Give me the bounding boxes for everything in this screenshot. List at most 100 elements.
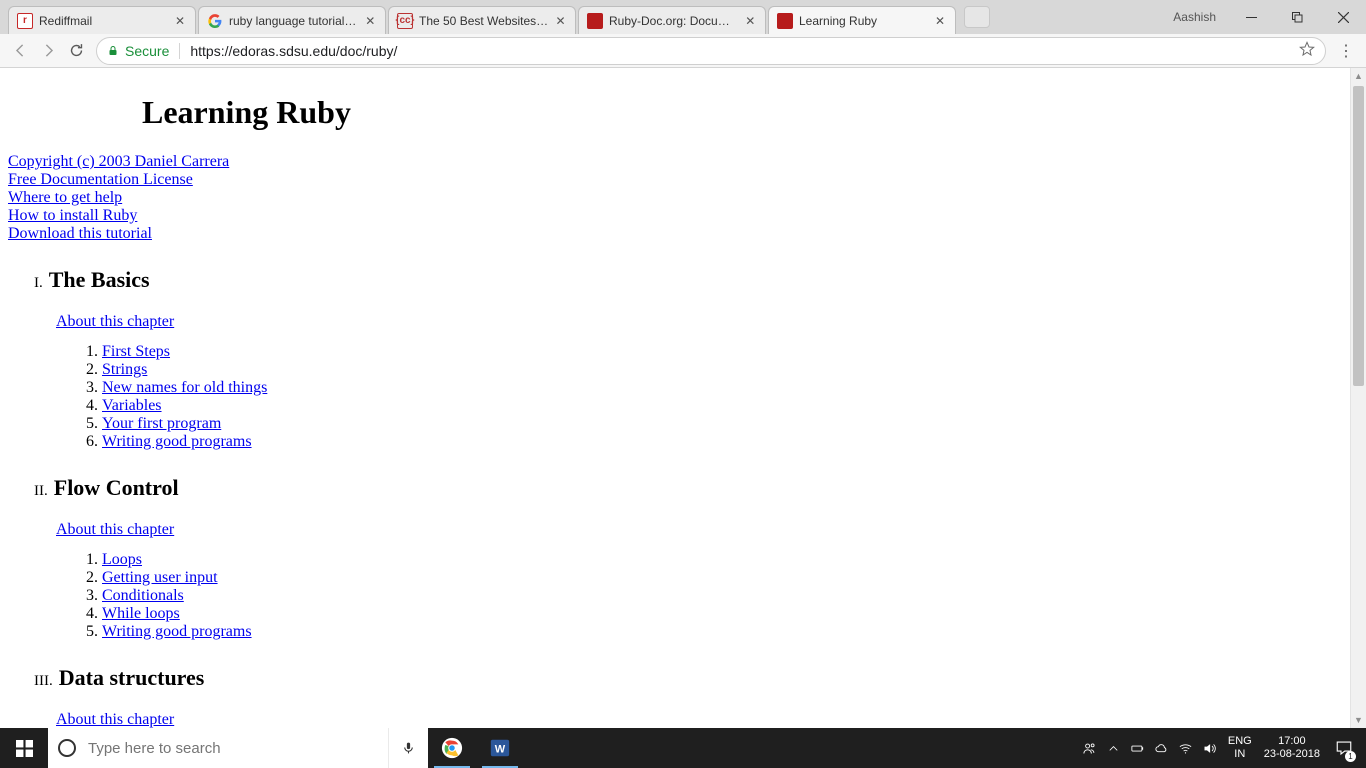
- svg-text:W: W: [495, 744, 506, 756]
- bookmark-star-icon[interactable]: [1299, 41, 1315, 60]
- lesson-link[interactable]: Writing good programs: [102, 433, 252, 451]
- back-button[interactable]: [6, 37, 34, 65]
- close-icon[interactable]: ✕: [554, 14, 567, 28]
- lesson-link[interactable]: Writing good programs: [102, 623, 252, 641]
- url-text: https://edoras.sdsu.edu/doc/ruby/: [190, 43, 1293, 59]
- about-chapter-link[interactable]: About this chapter: [56, 313, 174, 330]
- page-title: Learning Ruby: [142, 94, 1342, 131]
- lesson-link[interactable]: New names for old things: [102, 379, 267, 397]
- people-icon[interactable]: [1078, 728, 1102, 768]
- list-number: 3.: [76, 379, 98, 397]
- battery-icon[interactable]: [1126, 728, 1150, 768]
- section: II.Flow Control About this chapter 1.Loops…: [8, 475, 1342, 641]
- section-heading: II.Flow Control: [34, 475, 1342, 501]
- rediffmail-icon: r: [17, 13, 33, 29]
- minimize-button[interactable]: [1228, 3, 1274, 31]
- close-icon[interactable]: ✕: [173, 14, 187, 28]
- chrome-app-icon[interactable]: [428, 728, 476, 768]
- wifi-icon[interactable]: [1174, 728, 1198, 768]
- window-controls-area: Aashish: [1161, 0, 1366, 34]
- ruby-icon: [777, 13, 793, 29]
- taskbar: W ENG IN 17:00 23-08-2018: [0, 728, 1366, 768]
- lesson-link[interactable]: Strings: [102, 361, 147, 379]
- list-item: 3.Conditionals: [76, 587, 1342, 605]
- list-item: 3.New names for old things: [76, 379, 1342, 397]
- forward-button[interactable]: [34, 37, 62, 65]
- tab-50-best-websites[interactable]: {cc} The 50 Best Websites to L ✕: [388, 6, 576, 34]
- list-number: 6.: [76, 433, 98, 451]
- section: I.The Basics About this chapter 1.First St…: [8, 267, 1342, 451]
- close-icon[interactable]: ✕: [744, 14, 758, 28]
- scroll-thumb[interactable]: [1353, 86, 1364, 386]
- address-bar[interactable]: Secure https://edoras.sdsu.edu/doc/ruby/: [96, 37, 1326, 65]
- taskbar-apps: W: [428, 728, 524, 768]
- lesson-link[interactable]: Your first program: [102, 415, 221, 433]
- action-center-icon[interactable]: 1: [1326, 728, 1362, 768]
- onedrive-icon[interactable]: [1150, 728, 1174, 768]
- lock-icon: [107, 45, 119, 57]
- new-tab-button[interactable]: [964, 6, 990, 28]
- ruby-icon: [587, 13, 603, 29]
- mic-button[interactable]: [388, 728, 428, 768]
- profile-name[interactable]: Aashish: [1161, 10, 1228, 24]
- maximize-button[interactable]: [1274, 3, 1320, 31]
- lesson-link[interactable]: Loops: [102, 551, 142, 569]
- section-title: Data structures: [59, 665, 205, 691]
- lesson-link[interactable]: Variables: [102, 397, 162, 415]
- intro-links: Copyright (c) 2003 Daniel CarreraFree Do…: [8, 153, 1342, 243]
- tab-rediffmail[interactable]: r Rediffmail ✕: [8, 6, 196, 34]
- taskbar-search[interactable]: [48, 728, 388, 768]
- list-number: 5.: [76, 415, 98, 433]
- language-indicator[interactable]: ENG IN: [1222, 728, 1258, 768]
- list-item: 4.While loops: [76, 605, 1342, 623]
- browser-menu-button[interactable]: ⋮: [1332, 37, 1360, 65]
- lesson-link[interactable]: First Steps: [102, 343, 170, 361]
- start-button[interactable]: [0, 728, 48, 768]
- section: III.Data structuresAbout this chapter: [8, 665, 1342, 728]
- word-app-icon[interactable]: W: [476, 728, 524, 768]
- google-icon: [207, 13, 223, 29]
- system-tray: ENG IN 17:00 23-08-2018 1: [1078, 728, 1366, 768]
- notification-badge: 1: [1345, 751, 1356, 762]
- secure-label: Secure: [125, 43, 169, 59]
- scroll-down-arrow[interactable]: ▼: [1351, 712, 1366, 728]
- search-input[interactable]: [86, 739, 378, 758]
- list-item: 2.Getting user input: [76, 569, 1342, 587]
- close-icon[interactable]: ✕: [933, 14, 947, 28]
- intro-link[interactable]: How to install Ruby: [8, 207, 137, 224]
- about-chapter-link[interactable]: About this chapter: [56, 521, 174, 538]
- lesson-link[interactable]: Conditionals: [102, 587, 184, 605]
- intro-link[interactable]: Where to get help: [8, 189, 122, 206]
- section-heading: I.The Basics: [34, 267, 1342, 293]
- lesson-list: 1.First Steps2.Strings3.New names for ol…: [76, 343, 1342, 451]
- reload-button[interactable]: [62, 37, 90, 65]
- intro-link[interactable]: Copyright (c) 2003 Daniel Carrera: [8, 153, 229, 170]
- separator: [179, 43, 180, 59]
- tab-strip: r Rediffmail ✕ ruby language tutorial - …: [0, 0, 1366, 34]
- tab-ruby-doc[interactable]: Ruby-Doc.org: Document ✕: [578, 6, 766, 34]
- list-item: 1.Loops: [76, 551, 1342, 569]
- scroll-up-arrow[interactable]: ▲: [1351, 68, 1366, 84]
- clock[interactable]: 17:00 23-08-2018: [1258, 728, 1326, 768]
- close-window-button[interactable]: [1320, 3, 1366, 31]
- content-viewport: Learning Ruby Copyright (c) 2003 Daniel …: [0, 68, 1366, 728]
- close-icon[interactable]: ✕: [364, 14, 377, 28]
- list-number: 2.: [76, 361, 98, 379]
- intro-link[interactable]: Free Documentation License: [8, 171, 193, 188]
- lesson-link[interactable]: Getting user input: [102, 569, 218, 587]
- cortana-icon: [58, 739, 76, 757]
- tab-title: Learning Ruby: [799, 14, 929, 28]
- lesson-link[interactable]: While loops: [102, 605, 180, 623]
- tab-learning-ruby[interactable]: Learning Ruby ✕: [768, 6, 956, 34]
- about-chapter-link[interactable]: About this chapter: [56, 711, 174, 728]
- list-number: 3.: [76, 587, 98, 605]
- list-item: 6.Writing good programs: [76, 433, 1342, 451]
- list-number: 4.: [76, 397, 98, 415]
- volume-icon[interactable]: [1198, 728, 1222, 768]
- vertical-scrollbar[interactable]: ▲ ▼: [1350, 68, 1366, 728]
- intro-link[interactable]: Download this tutorial: [8, 225, 152, 242]
- chevron-up-icon[interactable]: [1102, 728, 1126, 768]
- tab-google-search[interactable]: ruby language tutorial - G ✕: [198, 6, 386, 34]
- browser-toolbar: Secure https://edoras.sdsu.edu/doc/ruby/…: [0, 34, 1366, 68]
- list-number: 1.: [76, 551, 98, 569]
